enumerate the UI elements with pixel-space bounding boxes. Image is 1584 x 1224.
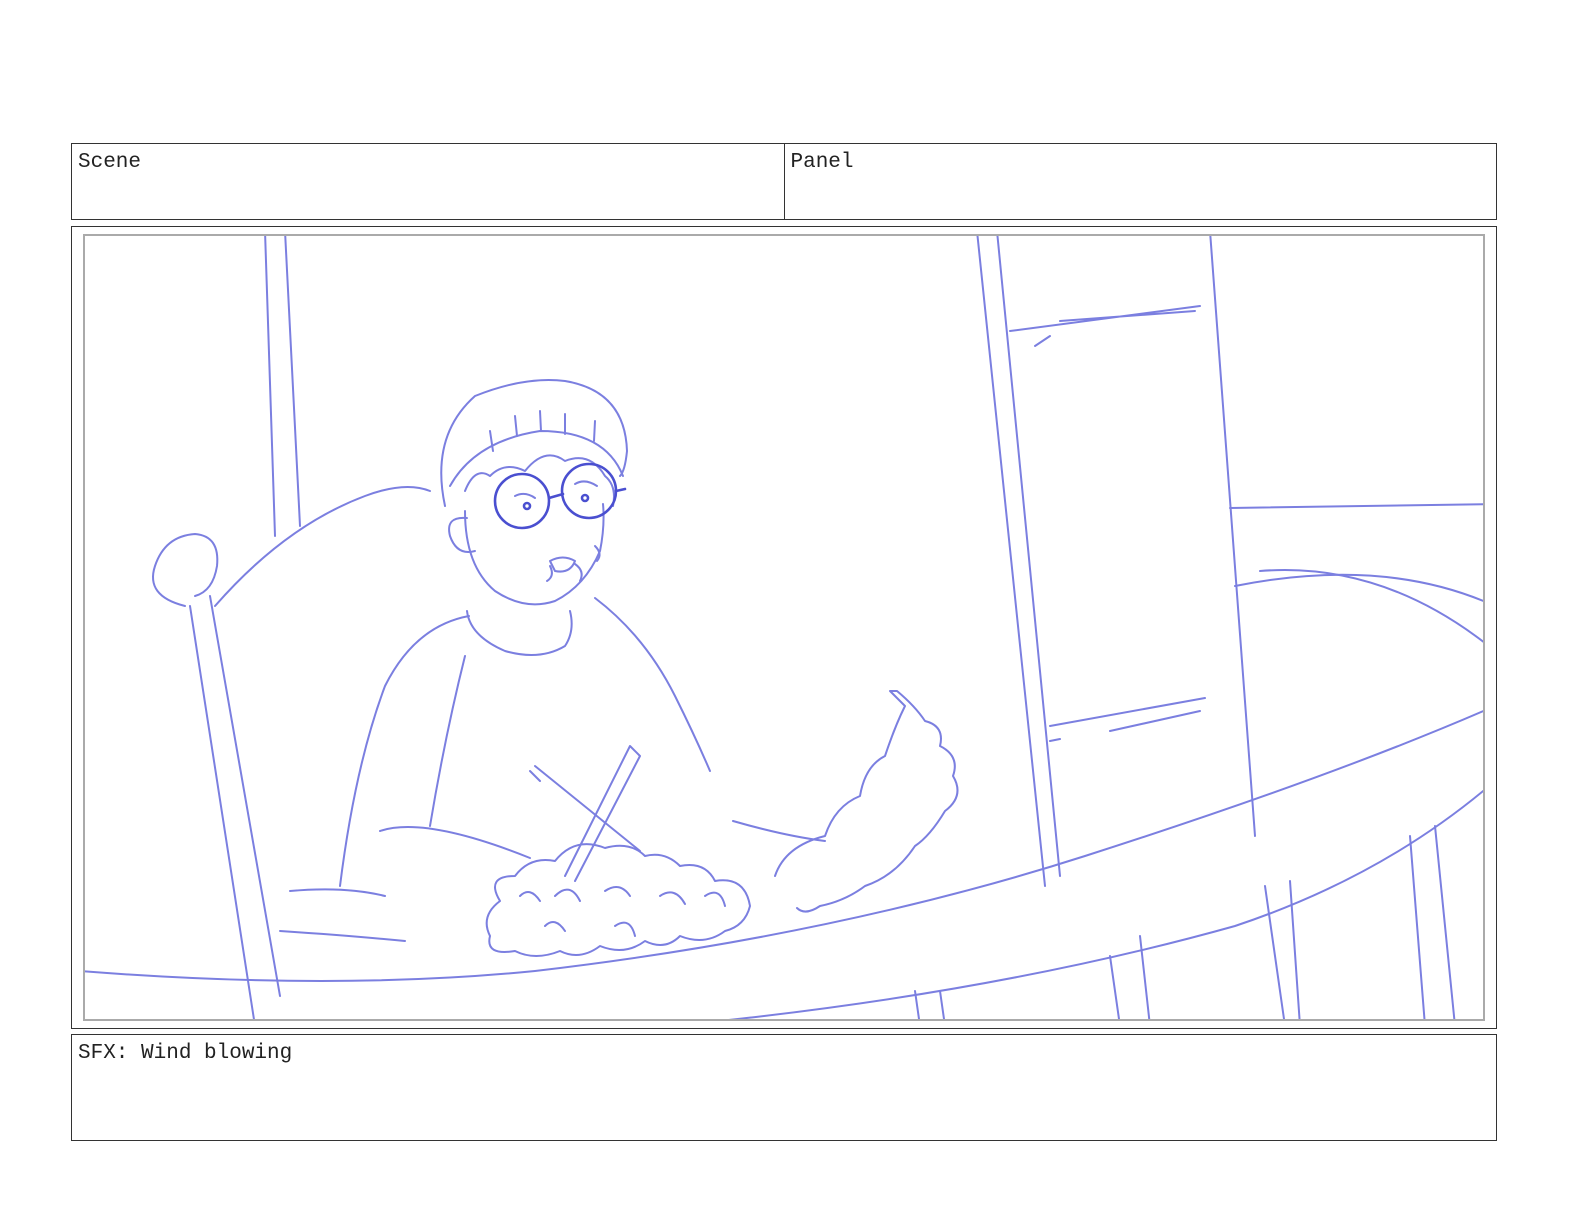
window-frame-right	[976, 236, 1061, 887]
sketch-drawing	[85, 236, 1483, 1019]
pupil-left	[522, 501, 532, 511]
chair-knob	[152, 533, 219, 607]
arm-left	[379, 655, 531, 859]
mouth	[549, 556, 576, 573]
pupil-right	[580, 493, 590, 503]
window-sill-lower	[1049, 697, 1206, 742]
face-outline	[464, 503, 605, 606]
wall-shelf	[1229, 503, 1483, 509]
storyboard-panel-frame	[71, 226, 1497, 1029]
knitting-needle-1	[529, 765, 641, 852]
chair-back-post	[189, 595, 281, 1019]
window-frame-left	[264, 236, 301, 537]
sfx-note: SFX: Wind blowing	[78, 1042, 293, 1065]
panel-label: Panel	[790, 151, 854, 174]
scene-field[interactable]: Scene	[72, 144, 784, 219]
table-top-left	[279, 888, 406, 942]
panel-field[interactable]: Panel	[783, 144, 1497, 219]
storyboard-header: Scene Panel	[71, 143, 1497, 220]
table-legs	[914, 825, 1456, 1019]
window-sill-lines	[1009, 305, 1201, 347]
sleeve-right	[732, 820, 826, 842]
glasses-lens-right	[560, 462, 618, 520]
neck	[466, 610, 573, 656]
action-notes-box[interactable]: SFX: Wind blowing	[71, 1034, 1497, 1141]
storyboard-drawing-area	[83, 234, 1485, 1021]
eyelid-left	[514, 492, 536, 499]
eyelid-right	[574, 480, 598, 487]
ear	[448, 516, 476, 553]
scene-label: Scene	[78, 151, 142, 174]
knitting-yarn	[485, 843, 751, 957]
door-frame	[1209, 236, 1256, 837]
glasses-lens-left	[493, 472, 551, 530]
chair-top-rail	[214, 486, 431, 607]
body-outline	[339, 597, 711, 887]
knitting-needle-2	[564, 745, 641, 882]
knit-fabric	[774, 690, 959, 913]
yarn-curls	[519, 886, 726, 937]
beanie	[440, 379, 628, 507]
table-edge-bottom	[728, 789, 1483, 1019]
table-edge-top	[85, 710, 1483, 982]
wall-curve-2	[1259, 569, 1483, 643]
